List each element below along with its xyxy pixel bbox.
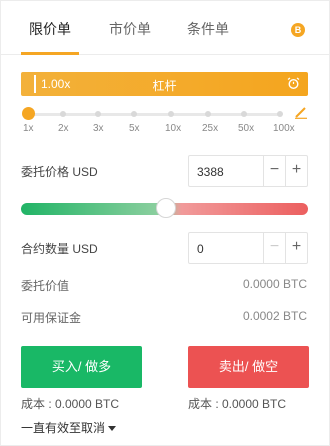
tab-conditional-order[interactable]: 条件单: [187, 19, 229, 39]
time-in-force-value: 一直有效至取消: [21, 421, 106, 435]
scale-label: 1x: [23, 123, 34, 134]
slider-step[interactable]: [131, 111, 137, 117]
price-decrease-button[interactable]: −: [263, 156, 285, 186]
slider-step[interactable]: [60, 111, 66, 117]
available-margin-label: 可用保证金: [21, 311, 82, 325]
order-price-label: 委托价格 USD: [21, 165, 98, 179]
quantity-label: 合约数量 USD: [21, 242, 98, 256]
quantity-value[interactable]: 0: [197, 242, 204, 256]
price-increase-button[interactable]: +: [285, 156, 307, 186]
scale-label: 5x: [129, 123, 140, 134]
scale-label: 100x: [273, 123, 295, 134]
scale-label: 10x: [165, 123, 182, 134]
time-in-force-dropdown[interactable]: 一直有效至取消: [21, 419, 117, 436]
sell-cost: 成本 : 0.0000 BTC: [188, 397, 287, 411]
order-panel: 限价单 市价单 条件单 B 1.00x 杠杆 1x 2x 3x 5x 10x 2…: [0, 0, 330, 446]
bitcoin-icon[interactable]: B: [291, 23, 305, 37]
price-slider-handle[interactable]: [156, 198, 176, 218]
buy-long-button[interactable]: 买入/ 做多: [21, 346, 142, 388]
slider-step[interactable]: [95, 111, 101, 117]
order-price-value[interactable]: 3388: [197, 165, 224, 179]
slider-step[interactable]: [205, 111, 211, 117]
scale-label: 2x: [58, 123, 69, 134]
active-tab-indicator: [21, 52, 79, 55]
order-value-label: 委托价值: [21, 279, 70, 293]
leverage-bar[interactable]: 1.00x 杠杆: [21, 72, 308, 96]
slider-step[interactable]: [241, 111, 247, 117]
sell-short-button[interactable]: 卖出/ 做空: [188, 346, 309, 388]
scale-label: 50x: [238, 123, 255, 134]
order-value-amount: 0.0000 BTC: [242, 277, 307, 291]
scale-label: 3x: [93, 123, 104, 134]
quantity-decrease-button[interactable]: −: [263, 233, 285, 263]
slider-step[interactable]: [277, 111, 283, 117]
slider-step[interactable]: [168, 111, 174, 117]
available-margin-amount: 0.0002 BTC: [242, 309, 307, 323]
buy-cost: 成本 : 0.0000 BTC: [21, 397, 120, 411]
alarm-clock-icon[interactable]: [287, 77, 300, 90]
quantity-input[interactable]: 0 − +: [188, 232, 308, 264]
caret-down-icon: [108, 426, 117, 432]
tab-limit-order[interactable]: 限价单: [29, 19, 71, 39]
order-price-input[interactable]: 3388 − +: [188, 155, 308, 187]
tab-market-order[interactable]: 市价单: [109, 19, 151, 39]
scale-label: 25x: [202, 123, 219, 134]
quantity-increase-button[interactable]: +: [285, 233, 307, 263]
leverage-label: 杠杆: [152, 79, 177, 93]
leverage-slider-handle[interactable]: [22, 107, 35, 120]
order-type-tabs: 限价单 市价单 条件单 B: [1, 1, 329, 55]
pencil-icon[interactable]: [294, 105, 308, 119]
